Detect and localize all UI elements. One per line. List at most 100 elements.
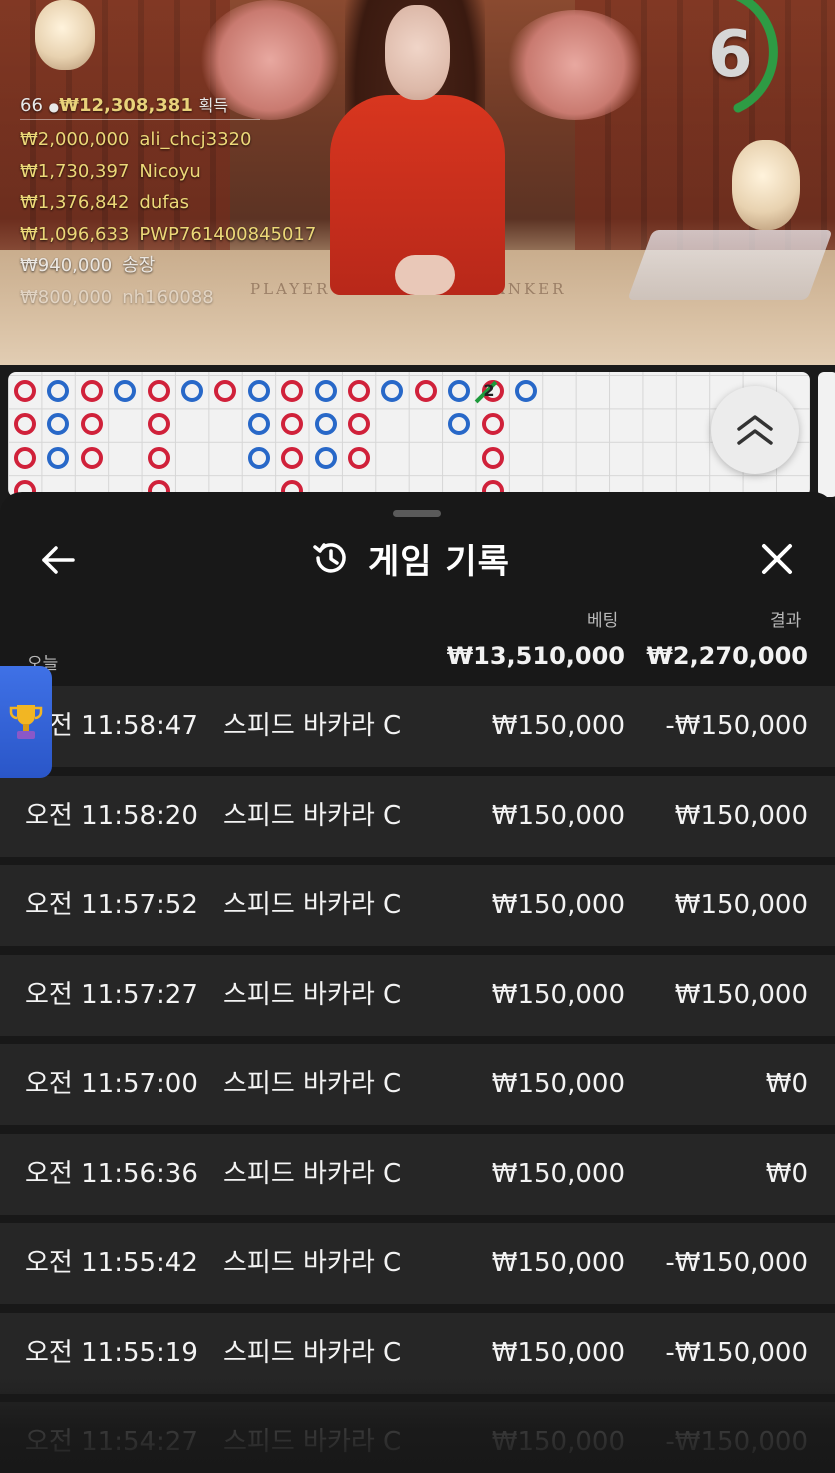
- arrow-left-icon: [42, 546, 75, 574]
- winner-name: dufas: [139, 192, 189, 213]
- row-time: 오전 11:57:52: [25, 890, 198, 920]
- road-bead: [14, 446, 36, 469]
- lantern-decoration: [35, 0, 95, 70]
- road-bead: [448, 413, 471, 436]
- row-game: 스피드 바카라 C: [223, 1427, 402, 1457]
- history-row[interactable]: 오전 11:55:42 스피드 바카라 C ₩150,000 -₩150,000: [0, 1223, 835, 1304]
- double-chevron-up-icon: [737, 415, 773, 445]
- row-result: ₩150,000: [674, 800, 808, 831]
- road-bead: [281, 413, 304, 436]
- history-row[interactable]: 오전 11:57:52 스피드 바카라 C ₩150,000 ₩150,000: [0, 865, 835, 946]
- history-row[interactable]: 오전 11:57:00 스피드 바카라 C ₩150,000 ₩0: [0, 1044, 835, 1125]
- row-bet: ₩150,000: [491, 711, 625, 741]
- row-bet: ₩150,000: [491, 1248, 625, 1278]
- expand-road-button[interactable]: [711, 386, 799, 474]
- winner-amount: ₩1,730,397: [20, 160, 130, 182]
- bead-road[interactable]: [8, 372, 810, 497]
- sheet-title: 게임 기록: [368, 541, 510, 582]
- row-time: 오전 11:56:36: [25, 1158, 198, 1189]
- countdown-timer: 6: [708, 18, 753, 92]
- sheet-drag-handle[interactable]: [393, 510, 441, 517]
- winner-count: 66: [20, 95, 43, 116]
- winner-row: ₩940,000 송장: [20, 250, 316, 282]
- history-row[interactable]: 오전 11:58:20 스피드 바카라 C ₩150,000 ₩150,000: [0, 775, 835, 857]
- road-bead: [515, 380, 537, 402]
- row-time: 오전 11:57:27: [25, 979, 198, 1010]
- row-game: 스피드 바카라 C: [223, 711, 402, 741]
- lantern-decoration: [732, 140, 800, 230]
- leaderboard-tab[interactable]: [0, 666, 52, 778]
- blossom-decoration: [505, 10, 645, 120]
- row-time: 오전 11:55:42: [25, 1248, 198, 1278]
- road-bead: [348, 446, 370, 469]
- road-bead: [281, 380, 304, 402]
- winner-amount: ₩800,000: [20, 286, 113, 308]
- trophy-icon: [9, 705, 43, 739]
- winner-name: ali_chcj3320: [139, 129, 252, 150]
- road-bead: [80, 446, 103, 469]
- tie-count: 2: [483, 381, 495, 400]
- winners-total-amount: ₩12,308,381: [59, 95, 193, 116]
- winners-total: 66 ●₩12,308,381 획득: [20, 92, 316, 116]
- result-column-header: 결과: [770, 611, 802, 631]
- row-bet: ₩150,000: [491, 1427, 625, 1457]
- winner-amount: ₩940,000: [20, 255, 113, 276]
- road-bead: [314, 380, 337, 402]
- row-time: 오전 11:57:00: [25, 1069, 198, 1099]
- history-row[interactable]: 오전 11:55:19 스피드 바카라 C ₩150,000 -₩150,000: [0, 1312, 835, 1394]
- road-bead: [214, 380, 237, 402]
- winner-name: Nicoyu: [139, 160, 201, 182]
- winners-list: 66 ●₩12,308,381 획득 ₩2,000,000 ali_chcj332…: [20, 92, 316, 313]
- road-bead: [314, 446, 337, 469]
- close-button[interactable]: [754, 536, 800, 582]
- road-bead: [80, 413, 103, 436]
- road-bead: [80, 380, 103, 402]
- row-result: -₩150,000: [665, 1248, 808, 1278]
- row-bet: ₩150,000: [491, 890, 625, 920]
- road-bead: [348, 380, 370, 402]
- road-bead: [181, 380, 203, 402]
- total-result: ₩2,270,000: [646, 642, 808, 670]
- road-bead: [247, 413, 270, 436]
- card-shoe: [627, 230, 833, 300]
- road-bead: [414, 380, 437, 402]
- winner-row: ₩2,000,000 ali_chcj3320: [20, 124, 316, 156]
- close-icon: [762, 544, 792, 574]
- winner-amount: ₩1,096,633: [20, 223, 130, 245]
- road-bead: [147, 380, 170, 402]
- sheet-header: 게임 기록: [310, 532, 510, 584]
- road-bead: [348, 413, 370, 436]
- bet-column-header: 베팅: [587, 611, 619, 631]
- winner-name: PWP761400845017: [139, 223, 317, 245]
- winner-row: ₩1,096,633 PWP761400845017: [20, 219, 316, 251]
- total-bet: ₩13,510,000: [446, 642, 625, 670]
- history-list: 오전 11:58:47 스피드 바카라 C ₩150,000 -₩150,000…: [0, 686, 835, 1473]
- winner-row: ₩1,376,842 dufas: [20, 187, 316, 219]
- road-bead: [281, 446, 304, 469]
- live-video: PLAYER BANKER 6 66 ●₩12,308,381 획득 ₩2,00…: [0, 0, 835, 365]
- secondary-road: [818, 372, 835, 497]
- row-result: ₩150,000: [674, 890, 808, 920]
- history-row[interactable]: 오전 11:57:27 스피드 바카라 C ₩150,000 ₩150,000: [0, 954, 835, 1036]
- road-bead: [47, 413, 70, 436]
- history-row[interactable]: 오전 11:54:27 스피드 바카라 C ₩150,000 -₩150,000: [0, 1402, 835, 1473]
- road-bead: [47, 446, 70, 469]
- road-bead: [14, 380, 36, 402]
- row-game: 스피드 바카라 C: [223, 1069, 402, 1099]
- row-result: -₩150,000: [665, 1337, 808, 1368]
- road-bead: [147, 446, 170, 469]
- row-game: 스피드 바카라 C: [223, 1248, 402, 1278]
- row-time: 오전 11:54:27: [25, 1427, 198, 1457]
- history-row[interactable]: 오전 11:56:36 스피드 바카라 C ₩150,000 ₩0: [0, 1133, 835, 1215]
- row-bet: ₩150,000: [491, 1069, 625, 1099]
- row-game: 스피드 바카라 C: [223, 800, 402, 831]
- history-row[interactable]: 오전 11:58:47 스피드 바카라 C ₩150,000 -₩150,000: [0, 686, 835, 767]
- row-game: 스피드 바카라 C: [223, 1337, 402, 1368]
- history-icon: [313, 543, 346, 573]
- back-button[interactable]: [36, 538, 80, 582]
- winner-amount: ₩1,376,842: [20, 192, 130, 213]
- row-bet: ₩150,000: [491, 800, 625, 831]
- row-result: ₩150,000: [674, 979, 808, 1010]
- row-game: 스피드 바카라 C: [223, 1158, 402, 1189]
- road-bead: [114, 380, 137, 402]
